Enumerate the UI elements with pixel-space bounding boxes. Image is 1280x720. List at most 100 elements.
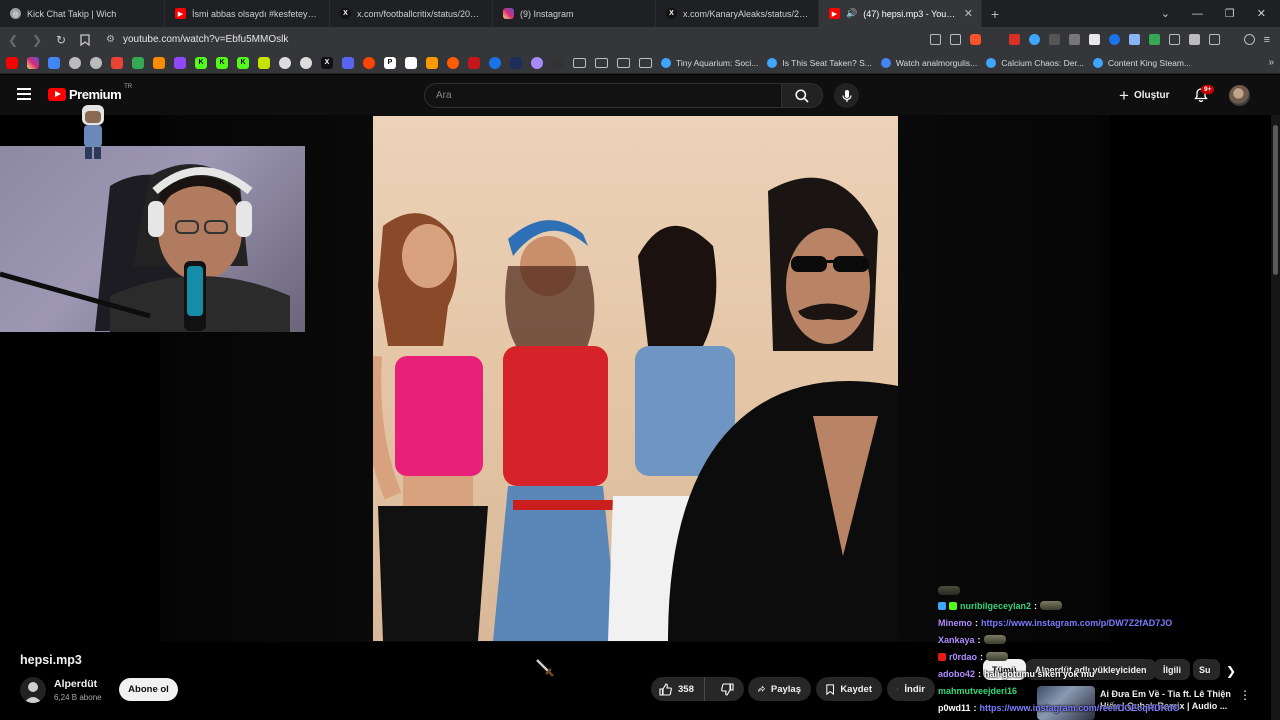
emote-icon (983, 635, 1006, 644)
close-tab-icon[interactable]: ✕ (964, 7, 973, 20)
bookmark-site-icon[interactable] (489, 56, 501, 69)
kick-icon[interactable]: K (216, 56, 228, 69)
browser-tab[interactable]: X x.com/KanaryAleaks/status/2042940 (656, 0, 819, 27)
extension-icon[interactable] (1028, 34, 1040, 45)
youtube-icon[interactable] (6, 56, 18, 69)
tab-search-icon[interactable]: ⌄ (1161, 7, 1170, 20)
more-bookmarks-icon[interactable]: » (1268, 57, 1274, 68)
download-label: İndir (904, 683, 925, 695)
bookmark-site-icon[interactable] (300, 56, 312, 69)
bookmark-site-icon[interactable] (531, 56, 543, 69)
folder-icon[interactable] (573, 57, 586, 68)
forward-icon[interactable]: ❯ (30, 33, 44, 47)
chat-link[interactable]: https://www.instagram.com/p/DW7Z2fAD7JO (981, 618, 1172, 628)
url-field[interactable]: ⚙ youtube.com/watch?v=Ebfu5MMOslk (102, 34, 920, 45)
folder-icon[interactable] (617, 57, 630, 68)
download-button[interactable]: İndir (887, 677, 935, 701)
speaker-icon[interactable]: 🔊 (846, 8, 857, 19)
avatar-figure-icon (82, 105, 104, 159)
minimize-icon[interactable]: — (1192, 8, 1203, 20)
puzzle-icon[interactable] (1188, 34, 1200, 45)
site-settings-icon[interactable]: ⚙ (106, 34, 115, 45)
chat-link[interactable]: https://www.instagram.com/reel/DOEcqRDKd… (980, 703, 1180, 713)
search-button[interactable] (781, 83, 823, 108)
more-actions-icon[interactable]: ⋮ (1239, 688, 1251, 702)
close-window-icon[interactable]: ✕ (1257, 7, 1266, 20)
restore-icon[interactable]: ❐ (1225, 7, 1235, 20)
media-icon[interactable] (1243, 34, 1255, 45)
share-button[interactable]: Paylaş (748, 677, 811, 701)
x-icon[interactable]: X (321, 56, 333, 69)
share-arrow-icon (758, 685, 765, 692)
bookmark-link[interactable]: Watch analmorgulis... (880, 57, 977, 68)
extension-icon[interactable] (1048, 34, 1060, 45)
drive-icon[interactable] (132, 56, 144, 69)
extension-icon[interactable] (1128, 34, 1140, 45)
download-icon (897, 688, 899, 690)
back-icon[interactable]: ❮ (6, 33, 20, 47)
sidebar-icon[interactable] (1208, 34, 1220, 45)
chevron-right-icon[interactable]: ❯ (1226, 664, 1236, 678)
chat-username: nuribilgeceylan2 (960, 600, 1032, 611)
channel-name[interactable]: Alperdüt (54, 678, 97, 690)
new-tab-button[interactable]: + (982, 0, 1008, 27)
bookmark-site-icon[interactable] (342, 56, 354, 69)
bookmark-site-icon[interactable] (510, 56, 522, 69)
amazon-icon[interactable] (426, 56, 438, 69)
extension-icon[interactable] (1008, 34, 1020, 45)
bookmark-site-icon[interactable] (447, 56, 459, 69)
bookmark-site-icon[interactable] (153, 56, 165, 69)
folder-icon[interactable] (639, 57, 652, 68)
brave-shield-icon[interactable] (969, 34, 981, 45)
bookmark-site-icon[interactable] (69, 56, 81, 69)
kick-icon[interactable]: K (237, 56, 249, 69)
youtube-premium-logo[interactable]: Premium TR (48, 84, 132, 102)
kick-icon[interactable]: K (195, 56, 207, 69)
extension-icon[interactable] (1108, 34, 1120, 45)
scrollbar-thumb[interactable] (1273, 125, 1278, 275)
browser-tab[interactable]: (9) Instagram (493, 0, 656, 27)
bookmark-link[interactable]: Tiny Aquarium: Soci... (661, 57, 758, 68)
cast-icon[interactable] (929, 34, 941, 45)
bookmark-site-icon[interactable] (48, 56, 60, 69)
page-scrollbar[interactable] (1271, 115, 1280, 720)
browser-tab[interactable]: ▶ İsmi abbas olsaydı #kesfeteyyiz #ytd (165, 0, 330, 27)
dislike-button[interactable] (711, 677, 744, 701)
browser-tab[interactable]: X x.com/footballcritix/status/20433499 (330, 0, 493, 27)
reload-icon[interactable]: ↻ (54, 33, 68, 47)
extension-icon[interactable] (1148, 34, 1160, 45)
hamburger-menu-icon[interactable] (17, 88, 31, 100)
extension-icon[interactable] (1088, 34, 1100, 45)
like-button[interactable]: 358 (651, 677, 705, 701)
voice-search-button[interactable] (834, 83, 859, 108)
tab-title: x.com/KanaryAleaks/status/2042940 (683, 8, 810, 19)
bookmark-link[interactable]: Content King Steam... (1092, 57, 1191, 68)
folder-icon[interactable] (595, 57, 608, 68)
bookmark-site-icon[interactable] (405, 56, 417, 69)
twitch-icon[interactable] (174, 56, 186, 69)
browser-tab[interactable]: ◎ Kick Chat Takip | Wich (0, 0, 165, 27)
bookmark-link[interactable]: Calcium Chaos: Der... (986, 57, 1084, 68)
bookmark-site-icon[interactable] (552, 56, 564, 69)
save-button[interactable]: Kaydet (816, 677, 882, 701)
bookmark-link[interactable]: Is This Seat Taken? S... (767, 57, 872, 68)
instagram-icon[interactable] (27, 56, 39, 69)
channel-avatar[interactable] (20, 677, 46, 703)
bookmark-site-icon[interactable] (279, 56, 291, 69)
bookmark-site-icon[interactable] (468, 56, 480, 69)
bookmark-icon[interactable] (78, 33, 92, 47)
subscribe-button[interactable]: Abone ol (119, 678, 178, 701)
bookmark-site-icon[interactable] (90, 56, 102, 69)
extension-icon[interactable] (1068, 34, 1080, 45)
bookmark-site-icon[interactable]: P (384, 56, 396, 69)
browser-tab-active[interactable]: ▶ 🔊 (47) hepsi.mp3 - YouTube ✕ (819, 0, 982, 27)
reddit-icon[interactable] (363, 56, 375, 69)
menu-icon[interactable]: ≡ (1264, 34, 1270, 46)
search-input[interactable] (424, 83, 781, 108)
gmail-icon[interactable] (111, 56, 123, 69)
account-avatar[interactable] (1229, 85, 1250, 106)
share-icon[interactable] (949, 34, 961, 45)
bookmark-site-icon[interactable] (258, 56, 270, 69)
extension-icon[interactable] (1168, 34, 1180, 45)
create-button[interactable]: + Oluştur (1119, 87, 1170, 104)
